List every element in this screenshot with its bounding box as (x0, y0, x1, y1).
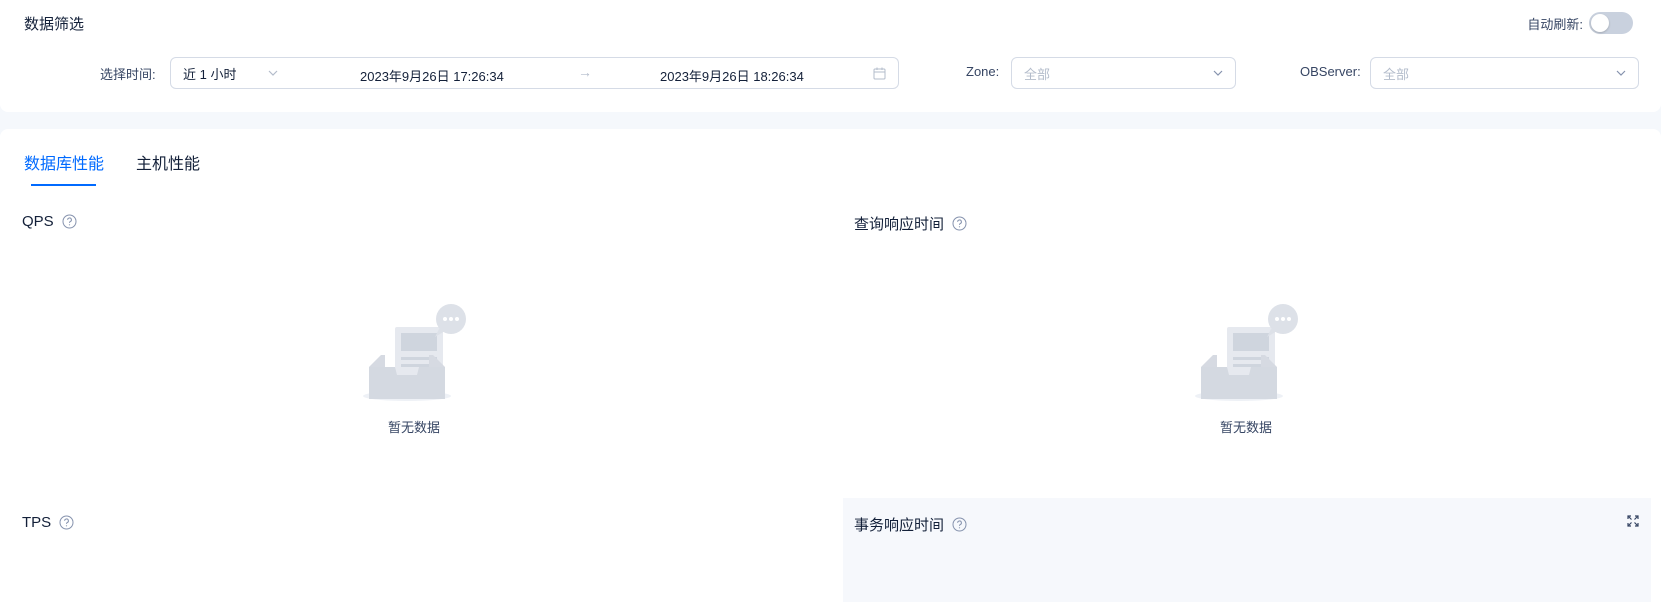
filter-card: 数据筛选 自动刷新: 选择时间: 近 1 小时 2023年9月26日 17:26… (0, 0, 1661, 112)
chevron-down-icon (1616, 70, 1626, 76)
time-label: 选择时间: (100, 67, 156, 82)
help-icon[interactable] (62, 214, 77, 229)
active-tab-indicator (31, 184, 96, 186)
time-preset-value: 近 1 小时 (183, 66, 237, 82)
query-response-panel-title: 查询响应时间 (854, 213, 967, 234)
auto-refresh-label: 自动刷新: (1527, 16, 1583, 32)
zone-placeholder: 全部 (1024, 66, 1051, 82)
help-icon[interactable] (952, 517, 967, 532)
help-icon[interactable] (952, 216, 967, 231)
calendar-icon[interactable] (873, 67, 886, 80)
date-range-picker[interactable]: 2023年9月26日 17:26:34 → 2023年9月26日 18:26:3… (290, 57, 899, 89)
observer-placeholder: 全部 (1383, 66, 1410, 82)
tps-title: TPS (22, 514, 52, 531)
transaction-response-panel-title: 事务响应时间 (854, 514, 967, 535)
filter-title: 数据筛选 (24, 16, 85, 33)
help-icon[interactable] (59, 515, 74, 530)
query-response-empty-text: 暂无数据 (1219, 420, 1272, 435)
time-preset-select[interactable]: 近 1 小时 (170, 57, 291, 89)
qps-empty-state: 暂无数据 (354, 303, 474, 436)
qps-title: QPS (22, 213, 54, 230)
tps-panel-title: TPS (22, 514, 74, 531)
query-response-title: 查询响应时间 (854, 216, 945, 233)
observer-label: OBServer: (1300, 64, 1361, 79)
tab-host-performance[interactable]: 主机性能 (136, 150, 200, 174)
zone-select[interactable]: 全部 (1011, 57, 1236, 89)
range-end[interactable]: 2023年9月26日 18:26:34 (660, 66, 804, 85)
auto-refresh-toggle[interactable] (1589, 12, 1633, 34)
chevron-down-icon (1213, 70, 1223, 76)
empty-inbox-icon (363, 304, 466, 401)
chevron-down-icon (268, 70, 278, 76)
observer-select[interactable]: 全部 (1370, 57, 1639, 89)
toggle-knob (1591, 14, 1609, 32)
range-separator: → (578, 64, 592, 80)
empty-inbox-icon (1195, 304, 1298, 401)
transaction-response-title: 事务响应时间 (854, 517, 945, 534)
qps-empty-text: 暂无数据 (387, 420, 440, 435)
query-response-empty-state: 暂无数据 (1186, 303, 1306, 436)
qps-panel-title: QPS (22, 213, 77, 230)
auto-refresh: 自动刷新: (1527, 12, 1633, 34)
range-start[interactable]: 2023年9月26日 17:26:34 (360, 66, 504, 85)
zone-label: Zone: (966, 64, 1000, 79)
tab-database-performance[interactable]: 数据库性能 (24, 150, 104, 174)
fullscreen-icon[interactable] (1627, 515, 1639, 527)
